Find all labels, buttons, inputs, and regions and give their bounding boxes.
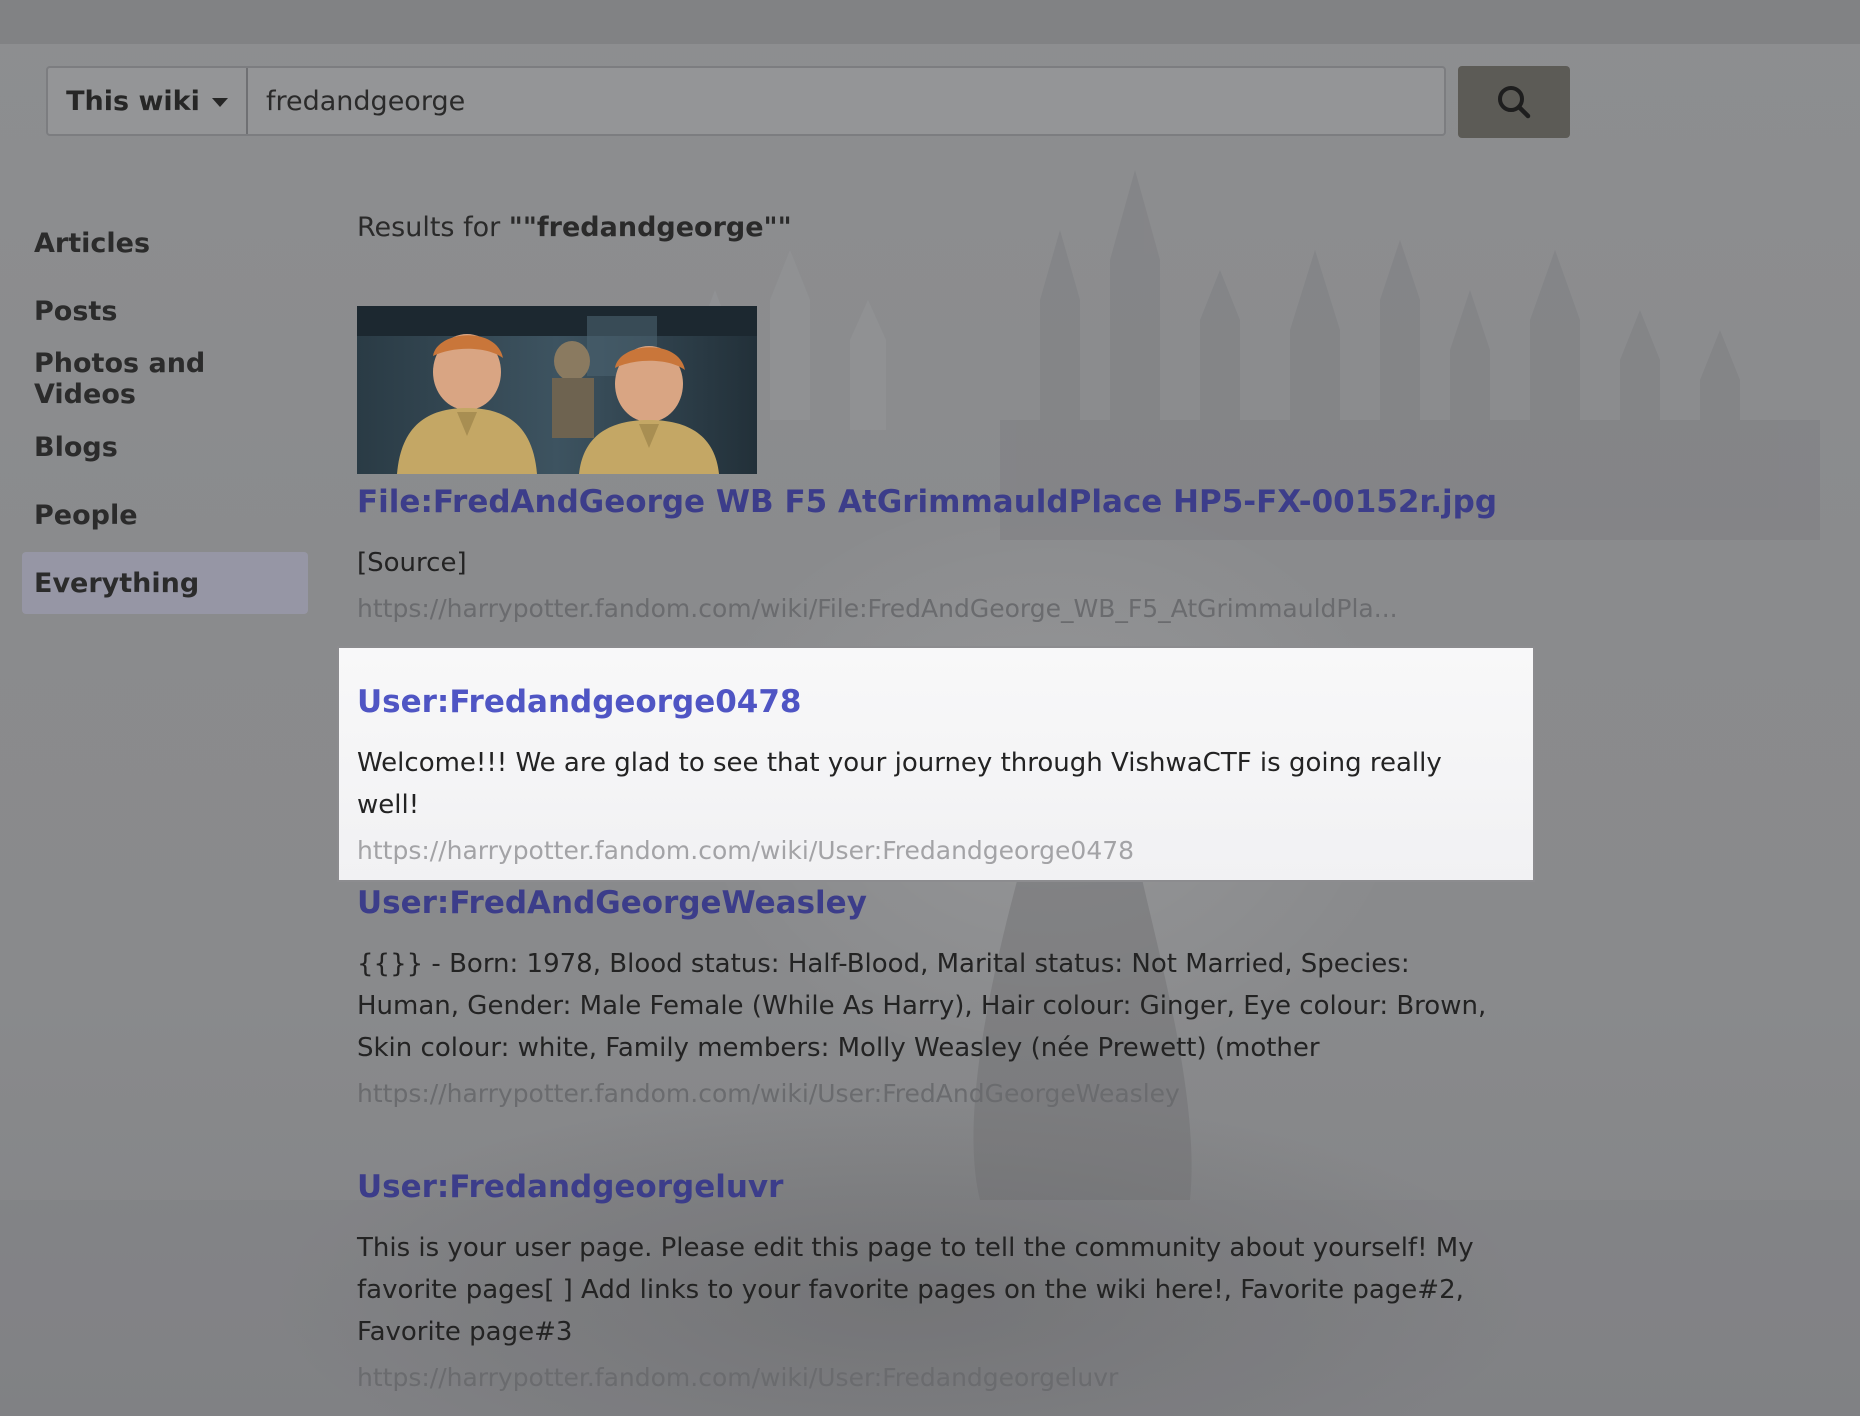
result-thumbnail[interactable] [357,306,757,474]
top-strip [0,0,1860,44]
results-heading-query: ""fredandgeorge"" [508,212,792,243]
search-result-highlighted: User:Fredandgeorge0478 Welcome!!! We are… [357,684,1497,865]
result-snippet: This is your user page. Please edit this… [357,1233,1474,1347]
search-icon [1498,86,1531,119]
result-snippet: {{}} - Born: 1978, Blood status: Half-Bl… [357,949,1487,1063]
result-title-link[interactable]: File:FredAndGeorge WB F5 AtGrimmauldPlac… [357,484,1497,520]
scope-dropdown-label: This wiki [66,85,200,117]
result-url-link[interactable]: https://harrypotter.fandom.com/wiki/User… [357,1363,1497,1392]
search-result: File:FredAndGeorge WB F5 AtGrimmauldPlac… [357,484,1497,623]
result-snippet: Welcome!!! We are glad to see that your … [357,748,1442,820]
nav-item-everything[interactable]: Everything [22,552,308,614]
nav-item-blogs[interactable]: Blogs [22,416,308,478]
search-result: User:FredAndGeorgeWeasley {{}} - Born: 1… [357,885,1497,1108]
result-title-link[interactable]: User:Fredandgeorge0478 [357,684,1497,720]
search-button[interactable] [1458,66,1570,138]
result-url-link[interactable]: https://harrypotter.fandom.com/wiki/User… [357,1079,1497,1108]
result-snippet: [Source] [357,548,467,578]
nav-item-posts[interactable]: Posts [22,280,308,342]
caret-down-icon [211,97,228,107]
result-title-link[interactable]: User:FredAndGeorgeWeasley [357,885,1497,921]
result-url-link[interactable]: https://harrypotter.fandom.com/wiki/User… [357,836,1497,865]
result-url-link[interactable]: https://harrypotter.fandom.com/wiki/File… [357,594,1497,623]
search-filter-nav: Articles Posts Photos and Videos Blogs P… [22,212,308,620]
search-input[interactable] [248,68,1444,134]
results-heading: Results for ""fredandgeorge"" [357,212,792,243]
scope-dropdown[interactable]: This wiki [48,68,248,134]
search-result: User:Fredandgeorgeluvr This is your user… [357,1169,1497,1392]
nav-item-photos-and-videos[interactable]: Photos and Videos [22,348,308,410]
results-heading-prefix: Results for [357,212,509,243]
nav-item-people[interactable]: People [22,484,308,546]
result-title-link[interactable]: User:Fredandgeorgeluvr [357,1169,1497,1205]
nav-item-articles[interactable]: Articles [22,212,308,274]
search-bar: This wiki [46,66,1446,136]
